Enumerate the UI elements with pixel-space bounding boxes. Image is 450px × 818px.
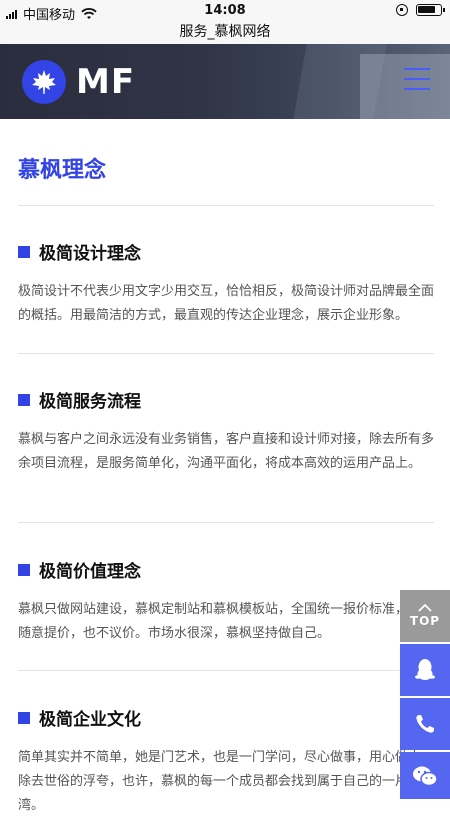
page-title: 服务_慕枫网络: [179, 24, 271, 40]
divider: [18, 522, 434, 523]
section-title: 慕枫理念: [18, 158, 107, 183]
divider: [18, 205, 434, 206]
square-bullet-icon: [18, 393, 30, 406]
card-body: 简单其实并不简单，她是门艺术，也是一门学问，尽心做事，用心做人，除去世俗的浮夸，…: [18, 750, 435, 813]
wechat-icon: [413, 766, 438, 786]
hamburger-menu-icon[interactable]: [404, 68, 430, 90]
status-bar: 中国移动 14:08 服务_慕枫网络: [0, 0, 450, 44]
card-corporate-culture: 极简企业文化 简单其实并不简单，她是门艺术，也是一门学问，尽心做事，用心做人，除…: [18, 705, 434, 818]
status-time: 14:08: [204, 3, 246, 18]
phone-button[interactable]: [400, 698, 450, 750]
card-heading: 极简价值理念: [18, 557, 434, 582]
square-bullet-icon: [18, 563, 30, 576]
back-to-top-button[interactable]: TOP: [400, 590, 450, 642]
card-title: 极简价值理念: [39, 562, 141, 582]
main-content: 慕枫理念 极简设计理念 极简设计不代表少用文字少用交互，恰恰相反，极简设计师对品…: [0, 119, 450, 813]
card-heading: 极简企业文化: [18, 705, 434, 730]
card-title: 极简企业文化: [39, 710, 141, 730]
divider: [18, 670, 434, 671]
card-service-process: 极简服务流程 慕枫与客户之间永远没有业务销售，客户直接和设计师对接，除去所有多余…: [18, 387, 434, 476]
maple-leaf-icon[interactable]: [22, 60, 66, 104]
card-value-philosophy: 极简价值理念 慕枫只做网站建设，慕枫定制站和慕枫模板站，全国统一报价标准，决不随…: [18, 557, 434, 646]
rotation-lock-icon: [396, 4, 408, 16]
card-design-philosophy: 极简设计理念 极简设计不代表少用文字少用交互，恰恰相反，极简设计师对品牌最全面的…: [18, 239, 434, 328]
card-body: 慕枫与客户之间永远没有业务销售，客户直接和设计师对接，除去所有多余项目流程，是服…: [18, 432, 435, 471]
battery-icon: [416, 4, 445, 16]
square-bullet-icon: [18, 245, 30, 258]
chevron-up-icon: [418, 604, 432, 612]
site-header: MF: [0, 44, 450, 119]
card-body: 极简设计不代表少用文字少用交互，恰恰相反，极简设计师对品牌最全面的概括。用最简洁…: [18, 284, 435, 323]
square-bullet-icon: [18, 711, 30, 724]
card-heading: 极简设计理念: [18, 239, 434, 264]
wechat-button[interactable]: [400, 752, 450, 799]
card-title: 极简设计理念: [39, 244, 141, 264]
qq-button[interactable]: [400, 644, 450, 696]
logo-text[interactable]: MF: [76, 62, 135, 102]
phone-icon: [416, 715, 434, 733]
card-title: 极简服务流程: [39, 392, 141, 412]
divider: [18, 353, 434, 354]
qq-penguin-icon: [415, 659, 435, 680]
top-label: TOP: [409, 614, 441, 628]
card-heading: 极简服务流程: [18, 387, 434, 412]
card-body: 慕枫只做网站建设，慕枫定制站和慕枫模板站，全国统一报价标准，决不随意提价，也不议…: [18, 602, 435, 641]
status-right: [396, 4, 445, 16]
